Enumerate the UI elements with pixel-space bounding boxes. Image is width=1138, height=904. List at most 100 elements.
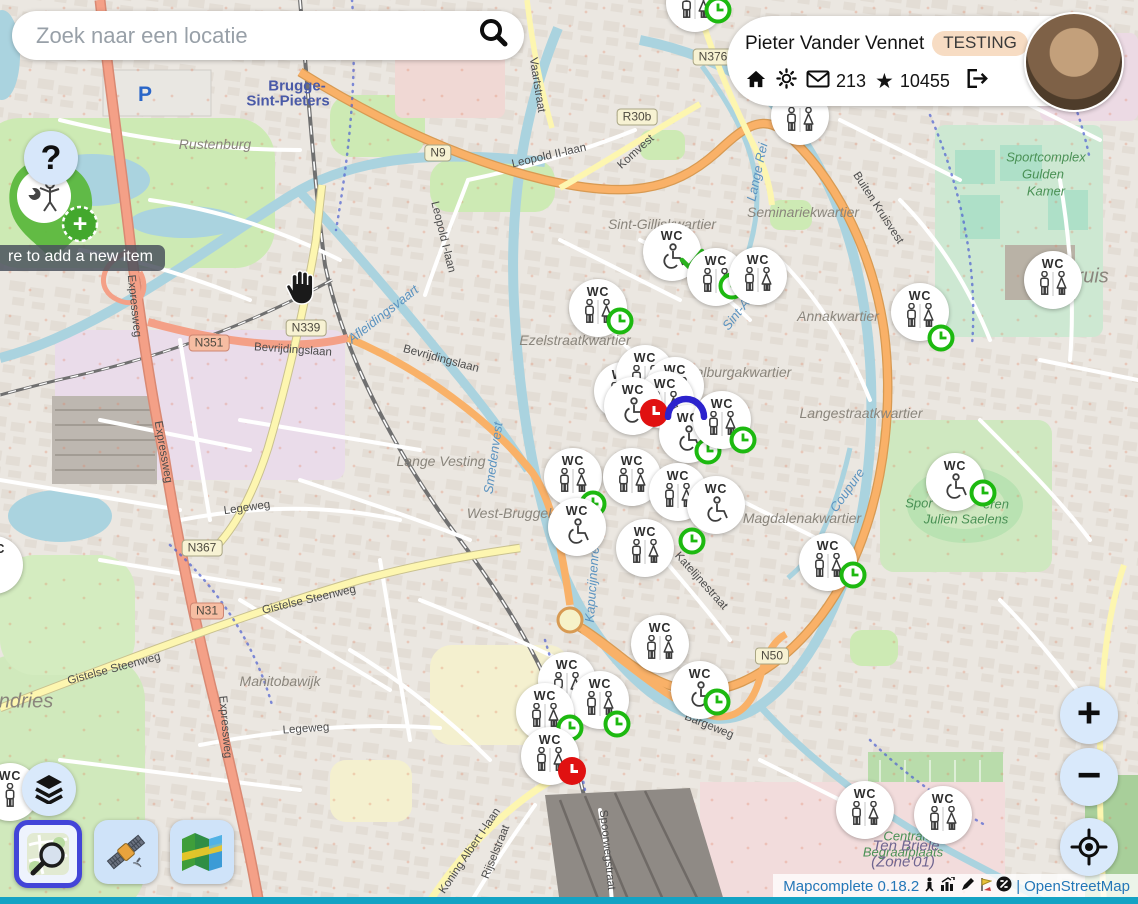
openstreetmap-link[interactable]: OpenStreetMap [1024,878,1130,895]
surveyor-icon[interactable] [923,877,936,896]
marker-wc-label: WC [654,377,676,391]
map-marker-toilet[interactable]: WC [569,279,627,337]
map-marker-toilet[interactable]: WC [616,519,674,577]
satellite-icon [103,829,149,875]
marker-wc-label: WC [817,539,839,553]
marker-wc-label: WC [539,733,561,747]
mapcomplete-app: RustenburgSint-GilliskwartierSeminariekw… [0,0,1138,904]
map-marker-toilet[interactable]: WC [631,615,689,673]
marker-wc-label: WC [634,351,656,365]
map-marker-toilet[interactable]: WC [687,476,745,534]
male-female-icon [850,801,880,833]
map-marker-toilet[interactable]: WC [729,247,787,305]
green-clock-badge [603,710,631,743]
basemap-osm-carto-button[interactable] [14,820,82,888]
layers-icon [34,774,64,804]
messages-icon[interactable] [806,70,830,93]
zoom-in-button[interactable]: + [1060,686,1118,744]
add-plus-glyph: + [73,210,88,238]
male-female-icon [645,635,675,667]
edit-pencil-icon[interactable] [960,877,975,896]
bottom-accent-bar [0,897,1138,904]
basemap-switcher [14,820,234,888]
search-icon[interactable] [476,16,510,55]
person-icon [3,783,17,815]
marker-wc-label: WC [556,658,578,672]
folded-map-icon [179,829,225,875]
map-marker-toilet[interactable]: WC [799,533,857,591]
green-clock-badge [703,688,731,721]
marker-wc-label: WC [621,454,643,468]
person-icon [0,556,1,588]
wheelchair-icon [701,496,731,530]
green-clock-badge [969,479,997,512]
geolocate-button[interactable] [1060,818,1118,876]
marker-wc-label: WC [0,769,21,783]
marker-flag-icon [979,877,992,896]
marker-wc-label: WC [932,792,954,806]
male-female-icon [630,539,660,571]
male-female-icon [928,806,958,838]
marker-wc-label: WC [747,253,769,267]
wheelchair-icon [562,518,592,552]
marker-wc-label: WC [587,285,609,299]
male-female-icon [743,267,773,299]
green-clock-badge [729,426,757,459]
wheelchair-icon [940,473,970,507]
attribution-bar: Mapcomplete 0.18.2 | OpenStreetMap [773,874,1138,898]
search-bar[interactable] [12,11,524,60]
marker-wc-label: WC [689,667,711,681]
marker-wc-label: WC [705,482,727,496]
map-marker-toilet[interactable]: WC [1024,251,1082,309]
red-clock-badge [557,756,587,791]
statistics-icon[interactable] [940,877,956,895]
basemap-folded-map-button[interactable] [170,820,234,884]
marker-wc-label: WC [562,454,584,468]
map-marker-toilet[interactable]: WC [926,453,984,511]
star-icon: ★ [875,71,894,92]
layers-button[interactable] [22,762,76,816]
marker-wc-label: WC [566,504,588,518]
zoom-out-button[interactable]: − [1060,748,1118,806]
marker-wc-label: WC [1042,257,1064,271]
map-marker-toilet[interactable]: WC [891,283,949,341]
marker-wc-label: WC [711,397,733,411]
map-marker-toilet[interactable]: WC [521,727,579,785]
help-button[interactable]: ? [24,131,78,185]
testing-badge: TESTING [932,31,1028,56]
user-avatar[interactable] [1024,12,1124,112]
open-clock-badge[interactable] [678,527,706,560]
map-marker-toilet[interactable]: WC [914,786,972,844]
green-clock-badge [606,307,634,340]
osm-roundel-icon[interactable] [996,876,1012,896]
app-version-link[interactable]: Mapcomplete 0.18.2 [783,878,919,895]
basemap-satellite-button[interactable] [94,820,158,884]
marker-wc-label: WC [649,621,671,635]
message-count: 213 [836,71,866,92]
blue-arc-shape [664,392,708,425]
marker-wc-label: WC [705,254,727,268]
map-marker-toilet[interactable]: WC [548,498,606,556]
logout-icon[interactable] [965,68,989,94]
green-clock-badge [839,561,867,594]
marker-wc-label: WC [854,787,876,801]
marker-wc-label: WC [909,289,931,303]
marker-wc-label: WC [622,383,644,397]
map-magnifier-icon [25,831,71,877]
green-clock-badge [927,324,955,357]
settings-gear-icon[interactable] [776,68,797,94]
home-icon[interactable] [745,69,767,94]
user-name: Pieter Vander Vennet [745,33,924,55]
marker-wc-label: WC [661,229,683,243]
male-female-icon [617,468,647,500]
attribution-separator: | [1016,878,1020,895]
search-input[interactable] [34,22,476,50]
marker-wc-label: WC [589,677,611,691]
changeset-count: 10455 [900,71,950,92]
male-female-icon [785,107,815,139]
map-marker-toilet[interactable]: WC [836,781,894,839]
green-clock-badge [704,0,732,29]
marker-wc-label: WC [534,689,556,703]
marker-wc-label: WC [0,542,5,556]
map-marker-toilet[interactable]: WC [671,661,729,719]
